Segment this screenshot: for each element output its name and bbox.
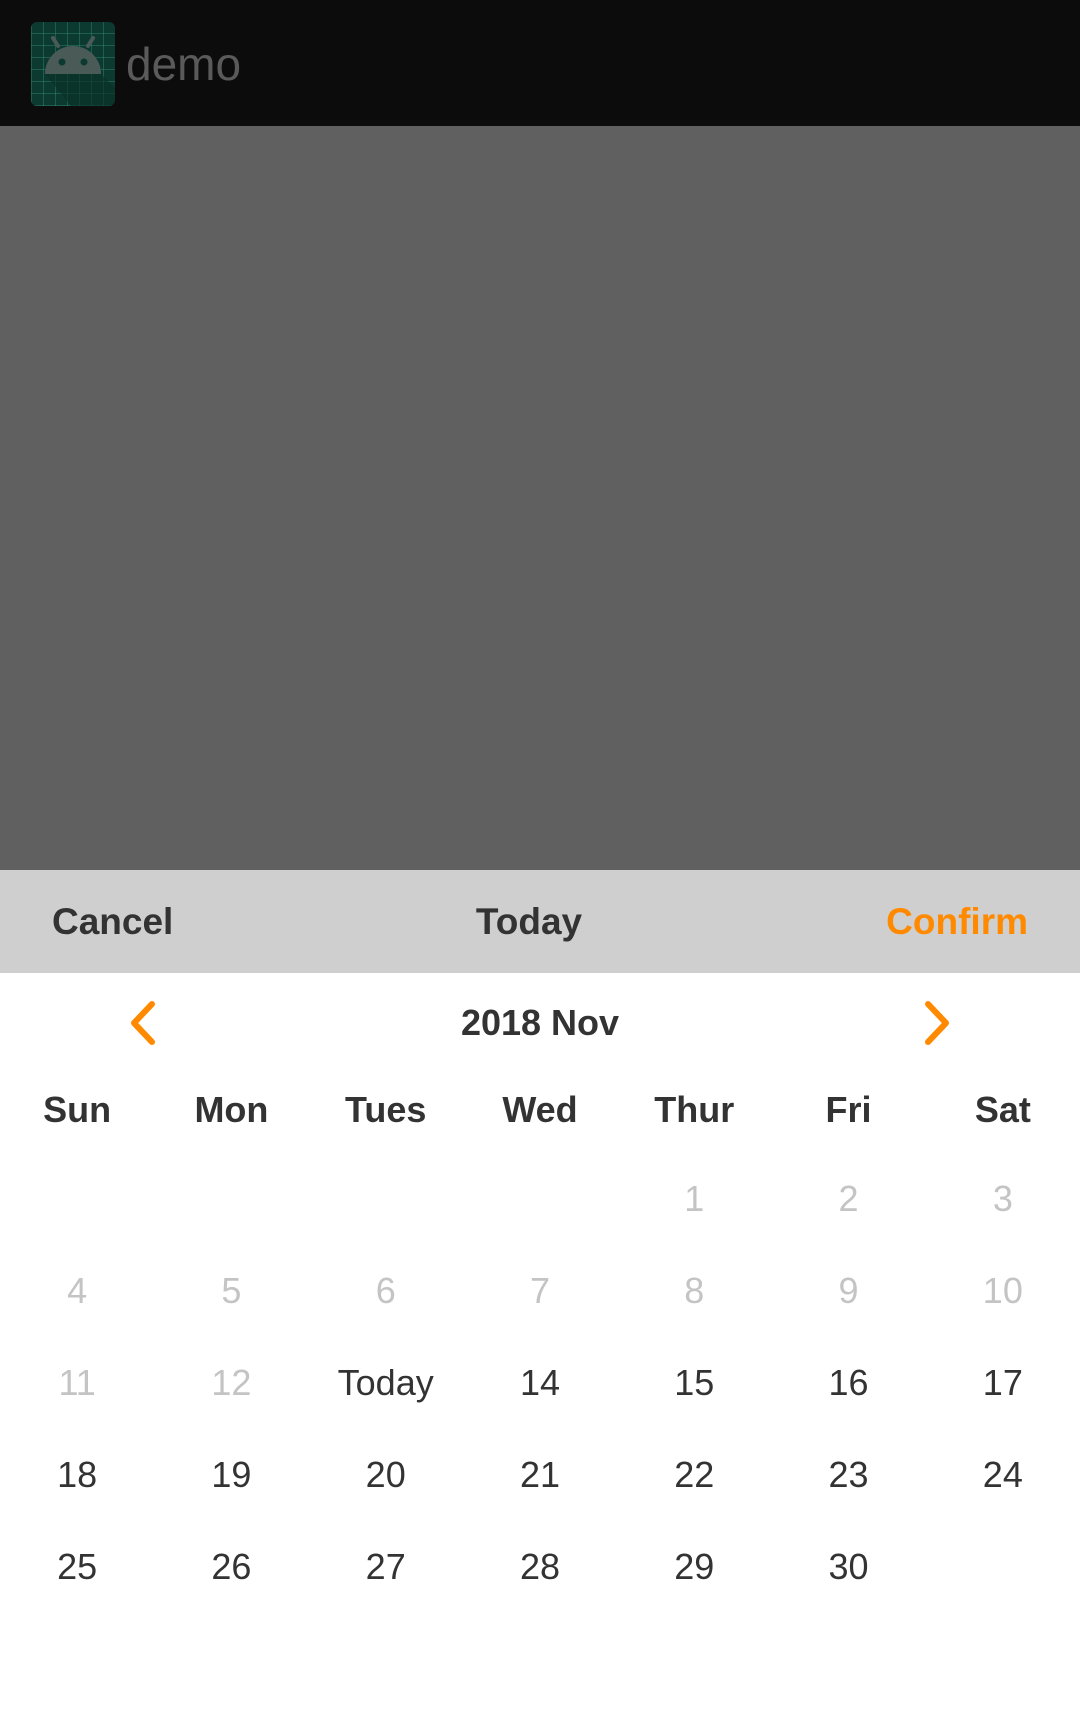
prev-month-button[interactable]	[114, 993, 174, 1053]
chevron-left-icon	[131, 1001, 155, 1045]
confirm-button[interactable]: Confirm	[886, 870, 1028, 973]
empty-day-cell	[926, 1521, 1080, 1613]
day-cell: 4	[67, 1270, 88, 1311]
day-cell: 6	[375, 1270, 396, 1311]
week-row: 11 12 Today 14 15 16 17	[0, 1337, 1080, 1429]
weekday-label: Fri	[825, 1089, 872, 1130]
day-cell: 10	[982, 1270, 1023, 1311]
day-cell[interactable]: 29	[617, 1521, 771, 1613]
day-cell[interactable]: 21	[463, 1429, 617, 1521]
week-row: 4 5 6 7 8 9 10	[0, 1245, 1080, 1337]
day-cell-today[interactable]: Today	[309, 1337, 463, 1429]
week-row: 18 19 20 21 22 23 24	[0, 1429, 1080, 1521]
day-cell[interactable]: 14	[463, 1337, 617, 1429]
weekday-header-row: Sun Mon Tues Wed Thur Fri Sat	[0, 1073, 1080, 1153]
day-cell: 1	[684, 1178, 705, 1219]
app-bar: demo	[0, 0, 1080, 126]
weekday-label: Thur	[654, 1089, 735, 1130]
weekday-label: Tues	[345, 1089, 427, 1130]
day-cell: 7	[529, 1270, 550, 1311]
day-grid: 1 2 3 4 5 6 7 8 9 10 11 12 Today 14 15 16 17 18 19 20 21 22 23…	[0, 1153, 1080, 1613]
day-cell: 3	[992, 1178, 1013, 1219]
day-cell[interactable]: 24	[926, 1429, 1080, 1521]
date-picker-sheet: Cancel Today Confirm 2018 Nov Sun Mon Tu…	[0, 870, 1080, 1731]
day-cell[interactable]: 26	[154, 1521, 308, 1613]
week-row: 1 2 3	[0, 1153, 1080, 1245]
empty-day-cell	[463, 1153, 617, 1245]
day-cell: 9	[838, 1270, 859, 1311]
picker-action-bar: Cancel Today Confirm	[0, 870, 1080, 973]
day-cell: 8	[684, 1270, 705, 1311]
next-month-button[interactable]	[906, 993, 966, 1053]
day-cell: 2	[838, 1178, 859, 1219]
day-cell[interactable]: 27	[309, 1521, 463, 1613]
chevron-right-icon	[925, 1001, 949, 1045]
weekday-label: Sun	[43, 1089, 112, 1130]
empty-day-cell	[0, 1153, 154, 1245]
weekday-label: Wed	[502, 1089, 578, 1130]
day-cell[interactable]: 16	[771, 1337, 925, 1429]
day-cell[interactable]: 30	[771, 1521, 925, 1613]
android-app-icon	[31, 22, 115, 106]
day-cell[interactable]: 19	[154, 1429, 308, 1521]
weekday-label: Mon	[194, 1089, 269, 1130]
day-cell[interactable]: 22	[617, 1429, 771, 1521]
day-cell[interactable]: 25	[0, 1521, 154, 1613]
month-header: 2018 Nov	[0, 973, 1080, 1073]
day-cell[interactable]: 28	[463, 1521, 617, 1613]
day-cell[interactable]: 17	[926, 1337, 1080, 1429]
empty-day-cell	[154, 1153, 308, 1245]
day-cell[interactable]: 15	[617, 1337, 771, 1429]
day-cell: 12	[211, 1362, 252, 1403]
day-cell[interactable]: 20	[309, 1429, 463, 1521]
app-title: demo	[126, 38, 242, 90]
dim-overlay[interactable]	[0, 126, 1080, 870]
empty-day-cell	[309, 1153, 463, 1245]
day-cell: 11	[58, 1362, 96, 1403]
weekday-label: Sat	[974, 1089, 1031, 1130]
day-cell: 5	[221, 1270, 242, 1311]
week-row: 25 26 27 28 29 30	[0, 1521, 1080, 1613]
day-cell[interactable]: 23	[771, 1429, 925, 1521]
day-cell[interactable]: 18	[0, 1429, 154, 1521]
